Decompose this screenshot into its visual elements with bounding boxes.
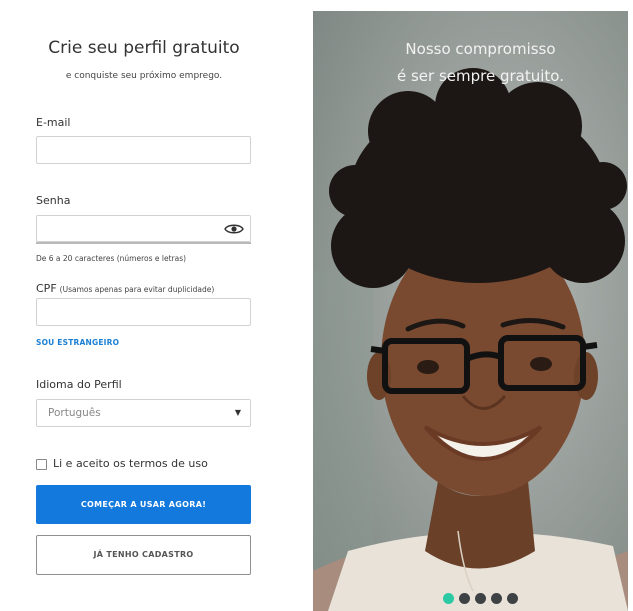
start-now-button[interactable]: COMEÇAR A USAR AGORA! <box>36 485 251 524</box>
caret-down-icon: ▼ <box>234 408 241 417</box>
carousel-dot[interactable] <box>443 593 454 604</box>
carousel-dots <box>443 593 518 604</box>
email-label: E-mail <box>36 116 71 129</box>
cpf-label-row: CPF (Usamos apenas para evitar duplicidad… <box>36 277 214 296</box>
cpf-note: (Usamos apenas para evitar duplicidade) <box>59 285 215 294</box>
eye-icon[interactable] <box>224 221 244 237</box>
terms-checkbox[interactable] <box>36 459 47 470</box>
password-label: Senha <box>36 194 71 207</box>
carousel-dot[interactable] <box>459 593 470 604</box>
hero-photo-panel: Nosso compromisso é ser sempre gratuito. <box>313 11 628 611</box>
language-select[interactable]: Português ▼ <box>36 399 251 427</box>
carousel-dot[interactable] <box>491 593 502 604</box>
form-subtitle: e conquiste seu próximo emprego. <box>65 71 223 81</box>
email-field[interactable] <box>36 136 251 164</box>
already-registered-button[interactable]: JÁ TENHO CADASTRO <box>36 535 251 575</box>
signup-form-panel: Crie seu perfil gratuito e conquiste seu… <box>0 0 313 611</box>
carousel-dot[interactable] <box>507 593 518 604</box>
password-field[interactable] <box>36 215 251 242</box>
terms-label[interactable]: Li e aceito os termos de uso <box>53 457 208 470</box>
language-select-value: Português <box>48 407 101 419</box>
cpf-field[interactable] <box>36 298 251 326</box>
cpf-label: CPF <box>36 282 57 295</box>
hero-headline-line1: Nosso compromisso <box>405 40 556 58</box>
carousel-dot[interactable] <box>475 593 486 604</box>
hero-headline-line2: é ser sempre gratuito. <box>397 67 564 85</box>
woman-portrait-image <box>313 11 628 611</box>
foreigner-link[interactable]: SOU ESTRANGEIRO <box>36 338 119 347</box>
language-label: Idioma do Perfil <box>36 378 122 391</box>
password-field-underline <box>36 242 251 244</box>
password-hint: De 6 a 20 caracteres (números e letras) <box>36 254 187 263</box>
form-title: Crie seu perfil gratuito <box>48 38 240 58</box>
